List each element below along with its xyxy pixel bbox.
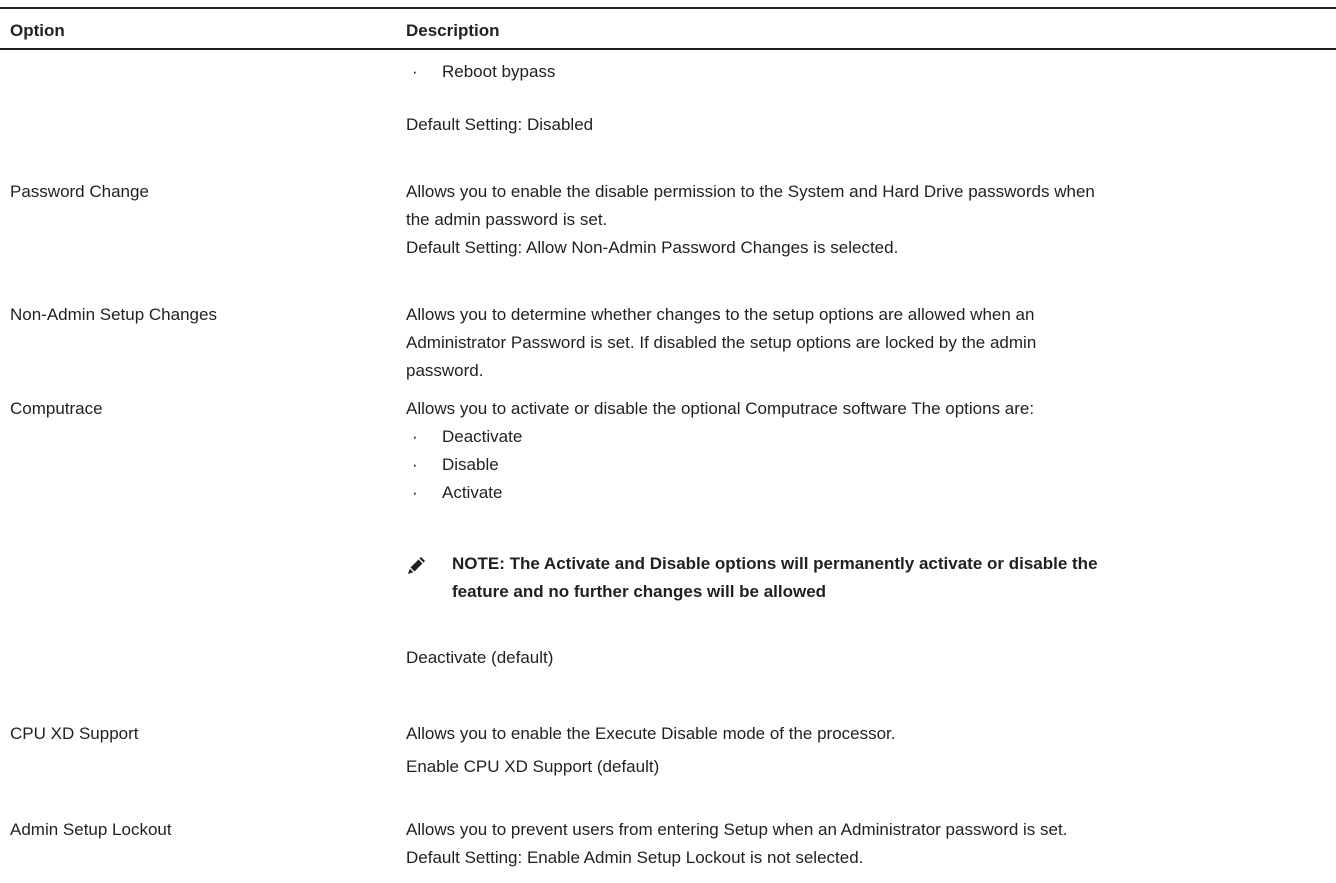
default-setting: Default Setting: Allow Non-Admin Passwor…: [406, 238, 899, 257]
description-line: Allows you to enable the disable permiss…: [406, 182, 1095, 201]
column-header-option: Option: [10, 21, 65, 40]
list-item: · Disable: [412, 455, 499, 474]
option-name: Non-Admin Setup Changes: [10, 305, 217, 324]
description-line: Allows you to determine whether changes …: [406, 305, 1035, 324]
default-setting: Enable CPU XD Support (default): [406, 757, 660, 776]
description-line: Allows you to activate or disable the op…: [406, 399, 1035, 418]
description-line: password.: [406, 361, 484, 380]
bullet-list: · Deactivate · Disable · Activate: [406, 423, 1326, 507]
column-header-description: Description: [406, 21, 500, 40]
description-line: Administrator Password is set. If disabl…: [406, 333, 1037, 352]
description-cell: · Reboot bypass Default Setting: Disabled: [406, 58, 1326, 134]
option-name: CPU XD Support: [10, 724, 139, 743]
default-setting: Deactivate (default): [406, 648, 554, 667]
bullet-list: · Reboot bypass: [406, 58, 1326, 86]
header-rule: [0, 48, 1336, 50]
default-setting: Default Setting: Enable Admin Setup Lock…: [406, 848, 864, 867]
note-text: NOTE: The Activate and Disable options w…: [452, 550, 1332, 606]
pencil-note-icon: [408, 557, 425, 574]
list-item: · Activate: [412, 483, 503, 502]
description-line: Allows you to enable the Execute Disable…: [406, 724, 896, 743]
table-top-rule: [0, 7, 1336, 9]
default-setting: Default Setting: Disabled: [406, 115, 594, 134]
note-line: feature and no further changes will be a…: [452, 582, 827, 601]
option-name: Computrace: [10, 399, 103, 418]
description-cell: Allows you to enable the Execute Disable…: [406, 720, 1326, 781]
description-cell: Allows you to enable the disable permiss…: [406, 178, 1326, 262]
description-line: the admin password is set.: [406, 210, 608, 229]
option-name: Password Change: [10, 182, 149, 201]
note-line: NOTE: The Activate and Disable options w…: [452, 554, 1098, 573]
description-cell: Allows you to prevent users from enterin…: [406, 816, 1326, 872]
list-item: · Reboot bypass: [412, 62, 556, 81]
description-cell: Allows you to activate or disable the op…: [406, 395, 1326, 667]
description-line: Allows you to prevent users from enterin…: [406, 820, 1068, 839]
list-item: · Deactivate: [412, 427, 523, 446]
description-cell: Allows you to determine whether changes …: [406, 301, 1326, 385]
option-name: Admin Setup Lockout: [10, 820, 172, 839]
